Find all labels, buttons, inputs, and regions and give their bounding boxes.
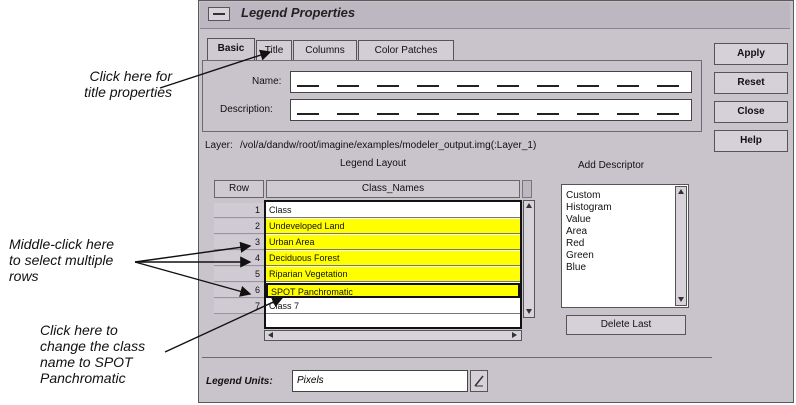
- annotation-arrows: [134, 49, 284, 353]
